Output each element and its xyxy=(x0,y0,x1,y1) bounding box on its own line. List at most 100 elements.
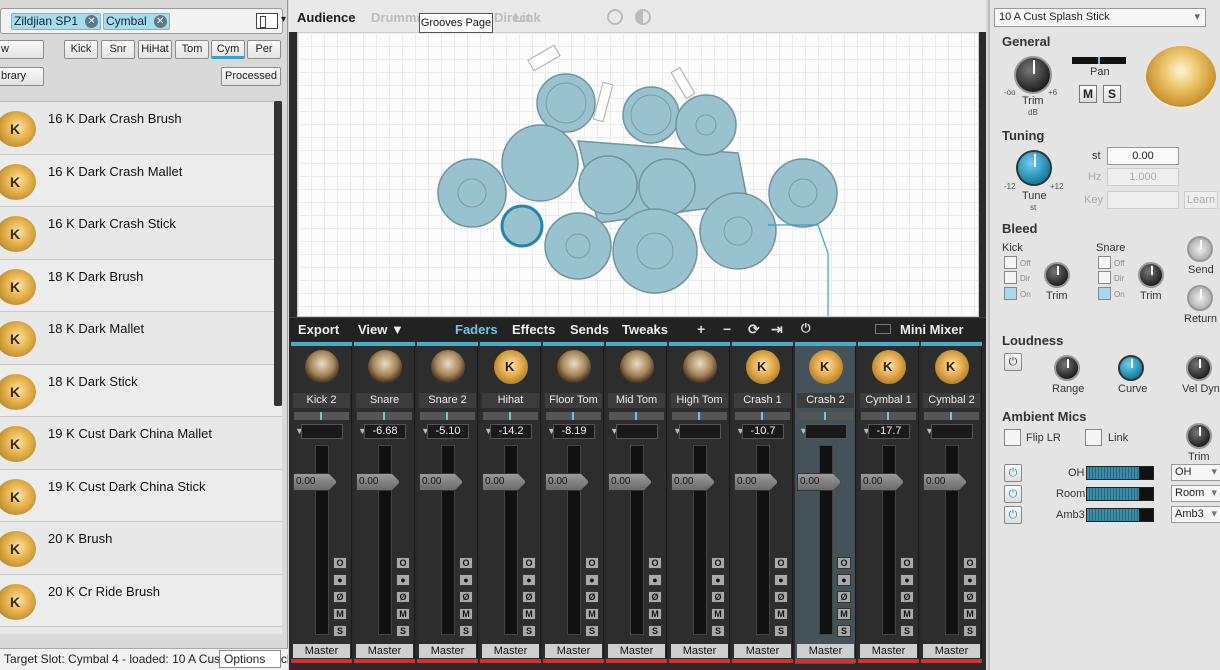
level-readout[interactable]: -6.68 xyxy=(364,424,406,439)
output-select[interactable]: Master xyxy=(356,644,413,658)
power-icon[interactable]: ⏻ xyxy=(801,321,811,336)
kick-off-checkbox[interactable] xyxy=(1004,256,1017,269)
mixer-channel[interactable]: Hihat▼-14.20.00O●ØMSMaster xyxy=(480,342,541,664)
snare-dir-checkbox[interactable] xyxy=(1098,271,1111,284)
channel-button[interactable]: O xyxy=(774,557,788,569)
channel-button[interactable]: M xyxy=(774,608,788,620)
list-item[interactable]: 16 K Dark Crash Brush xyxy=(0,102,282,155)
channel-name[interactable]: Mid Tom xyxy=(608,393,665,408)
columns-icon[interactable] xyxy=(256,13,286,29)
amb3-select[interactable]: Amb3 xyxy=(1171,506,1220,523)
list-item[interactable]: 18 K Dark Mallet xyxy=(0,312,282,365)
mixer-channel[interactable]: Cymbal 2▼0.00O●ØMSMaster xyxy=(921,342,982,664)
channel-button[interactable]: ● xyxy=(774,574,788,586)
tune-knob[interactable] xyxy=(1016,150,1052,186)
fader-handle[interactable]: 0.00 xyxy=(860,473,904,491)
channel-button[interactable]: ● xyxy=(900,574,914,586)
pan-slider[interactable] xyxy=(924,412,979,420)
mixer-channel[interactable]: Kick 2 ▼ 0.00 O ● Ø M S Master xyxy=(291,342,352,664)
pan-slider[interactable] xyxy=(546,412,601,420)
fader-handle[interactable]: 0.00 xyxy=(482,473,526,491)
channel-button[interactable]: M xyxy=(711,608,725,620)
channel-name[interactable]: Cymbal 1 xyxy=(860,393,917,408)
channel-button[interactable]: ● xyxy=(333,574,347,586)
output-select[interactable]: Master xyxy=(482,644,539,658)
level-readout[interactable] xyxy=(616,424,658,439)
options-button[interactable]: Options xyxy=(219,650,281,668)
channel-button[interactable]: S xyxy=(585,625,599,637)
remove-icon[interactable]: − xyxy=(723,321,731,337)
channel-button[interactable]: O xyxy=(648,557,662,569)
channel-button[interactable]: ● xyxy=(459,574,473,586)
channel-button[interactable]: M xyxy=(900,608,914,620)
mixer-channel[interactable]: High Tom ▼ 0.00 O ● Ø M S Master xyxy=(669,342,730,664)
channel-button[interactable]: M xyxy=(522,608,536,620)
channel-button[interactable]: Ø xyxy=(774,591,788,603)
output-select[interactable]: Master xyxy=(797,644,854,658)
channel-button[interactable]: M xyxy=(396,608,410,620)
channel-button[interactable]: O xyxy=(963,557,977,569)
browser-button-1[interactable]: w xyxy=(0,40,44,59)
fader-handle[interactable]: 0.00 xyxy=(293,473,337,491)
channel-name[interactable]: High Tom xyxy=(671,393,728,408)
output-select[interactable]: Master xyxy=(734,644,791,658)
filter-chip-zildjian[interactable]: Zildjian SP1 ✕ xyxy=(11,13,102,30)
contrast-icon[interactable] xyxy=(635,9,651,25)
output-select[interactable]: Master xyxy=(923,644,980,658)
mixer-channel[interactable]: Snare ▼ -6.68 0.00 O ● Ø M S Master xyxy=(354,342,415,664)
room-select[interactable]: Room xyxy=(1171,485,1220,502)
pan-slider[interactable] xyxy=(357,412,412,420)
channel-name[interactable]: Hihat xyxy=(482,393,539,408)
tom-mid[interactable] xyxy=(578,155,638,215)
pan-slider[interactable] xyxy=(735,412,790,420)
channel-button[interactable]: M xyxy=(837,608,851,620)
channel-button[interactable]: S xyxy=(774,625,788,637)
filter-bar[interactable]: Zildjian SP1 ✕ Cymbal ✕ xyxy=(0,8,286,34)
vel-dyn-knob[interactable] xyxy=(1186,355,1212,381)
channel-button[interactable]: O xyxy=(396,557,410,569)
channel-button[interactable]: ● xyxy=(522,574,536,586)
channel-button[interactable]: O xyxy=(837,557,851,569)
output-select[interactable]: Master xyxy=(293,644,350,658)
channel-button[interactable]: S xyxy=(837,625,851,637)
output-select[interactable]: Master xyxy=(671,644,728,658)
channel-button[interactable]: O xyxy=(333,557,347,569)
category-cymbal[interactable]: Cym xyxy=(211,40,245,59)
floor-tom[interactable] xyxy=(699,192,777,270)
oh-meter[interactable] xyxy=(1086,466,1154,480)
channel-button[interactable]: Ø xyxy=(900,591,914,603)
pan-slider[interactable] xyxy=(672,412,727,420)
output-select[interactable]: Master xyxy=(545,644,602,658)
channel-button[interactable]: S xyxy=(963,625,977,637)
kick-dir-checkbox[interactable] xyxy=(1004,271,1017,284)
channel-button[interactable]: S xyxy=(396,625,410,637)
curve-knob[interactable] xyxy=(1118,355,1144,381)
close-icon[interactable]: ✕ xyxy=(153,15,167,28)
level-readout[interactable]: -14.2 xyxy=(490,424,532,439)
room-meter[interactable] xyxy=(1086,487,1154,501)
channel-button[interactable]: ● xyxy=(585,574,599,586)
flip-lr-checkbox[interactable] xyxy=(1004,429,1021,446)
filter-chip-cymbal[interactable]: Cymbal ✕ xyxy=(103,13,170,30)
st-field[interactable]: 0.00 xyxy=(1107,147,1179,165)
level-readout[interactable]: -5.10 xyxy=(427,424,469,439)
output-select[interactable]: Master xyxy=(419,644,476,658)
list-item[interactable]: 18 K Dark Brush xyxy=(0,259,282,312)
fader-handle[interactable]: 0.00 xyxy=(356,473,400,491)
list-item[interactable]: 19 K Cust Dark China Stick xyxy=(0,469,282,522)
channel-button[interactable]: ● xyxy=(711,574,725,586)
tom-rack[interactable] xyxy=(501,124,579,202)
level-readout[interactable] xyxy=(679,424,721,439)
send-knob[interactable] xyxy=(1187,236,1213,262)
ambient-trim-knob[interactable] xyxy=(1186,423,1212,449)
tab-audience[interactable]: Audience xyxy=(297,10,356,25)
channel-name[interactable]: Floor Tom xyxy=(545,393,602,408)
output-select[interactable]: Master xyxy=(608,644,665,658)
category-kick[interactable]: Kick xyxy=(64,40,98,59)
pan-slider[interactable] xyxy=(483,412,538,420)
loudness-power-icon[interactable]: ⏻ xyxy=(1004,353,1022,371)
channel-button[interactable]: S xyxy=(900,625,914,637)
view-menu[interactable]: View ▼ xyxy=(358,322,404,337)
list-item[interactable]: 20 K Brush xyxy=(0,522,282,575)
level-readout[interactable]: -10.7 xyxy=(742,424,784,439)
